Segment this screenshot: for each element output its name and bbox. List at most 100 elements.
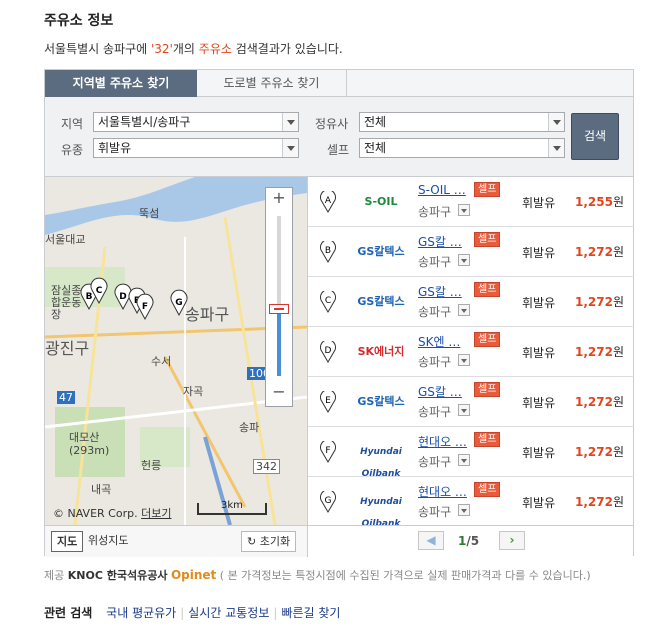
fuel-type: 휘발유 [522,346,556,360]
price-unit: 원 [612,395,624,409]
fuel-select[interactable]: 휘발유 [93,138,299,158]
station-name-link[interactable]: 현대오 … [418,483,467,500]
station-name-link[interactable]: GS칼 … [418,233,462,250]
map-pin-icon: A [320,191,336,213]
station-row[interactable]: C GS칼텍스 GS칼 … 셀프 송파구 휘발유 1,272원 [308,277,634,327]
chevron-down-icon [548,113,564,131]
station-district: 송파구 [418,305,452,319]
price-unit: 원 [612,345,624,359]
zoom-handle[interactable] [269,304,289,314]
station-row[interactable]: B GS칼텍스 GS칼 … 셀프 송파구 휘발유 1,272원 [308,227,634,277]
divider: | [273,606,278,620]
zoom-in-icon[interactable]: + [266,188,292,210]
price-value: 1,255 [574,195,613,209]
search-form: 지역 서울특별시/송파구 정유사 전체 유종 휘발유 셀프 전체 검색 [45,97,633,177]
reset-button[interactable]: ↻ 초기화 [241,531,297,552]
expand-dropdown-icon[interactable] [458,304,470,316]
svg-text:A: A [325,196,332,206]
station-row[interactable]: D SK에너지 SK엔 … 셀프 송파구 휘발유 1,272원 [308,327,634,377]
svg-text:F: F [325,446,330,456]
station-name-link[interactable]: S-OIL … [418,183,466,197]
tab-road-search[interactable]: 도로별 주유소 찾기 [197,70,347,97]
self-service-badge: 셀프 [474,332,501,347]
zoom-control: + − [265,187,293,407]
arrow-left-icon: ◀ [426,533,436,547]
more-link[interactable]: 더보기 [141,507,171,520]
station-name-link[interactable]: SK엔 … [418,333,460,350]
station-row[interactable]: G Hyundai Oilbank 현대오 … 셀프 송파구 휘발유 1,272… [308,477,634,529]
map-view[interactable]: 뚝섬 서울대교 잠실종합운동장 송파구 광진구 수서 자곡 송파 대모산(293… [45,177,307,525]
self-service-badge: 셀프 [474,432,501,447]
station-name-link[interactable]: 현대오 … [418,433,467,450]
map-scale: 3km [197,500,267,515]
svg-text:B: B [86,292,93,302]
related-searches: 관련 검색 국내 평균유가 | 실시간 교통정보 | 빠른길 찾기 [44,604,340,621]
pagination: ◀ 1/5 › [307,525,633,557]
expand-dropdown-icon[interactable] [458,204,470,216]
region-select[interactable]: 서울특별시/송파구 [93,112,299,132]
related-link-traffic[interactable]: 실시간 교통정보 [188,606,269,620]
zoom-out-icon[interactable]: − [266,382,292,404]
svg-text:C: C [325,296,331,306]
price: 1,272원 [575,243,624,260]
price-value: 1,272 [574,345,613,359]
brand-select[interactable]: 전체 [359,112,565,132]
related-link-avg-price[interactable]: 국내 평균유가 [106,606,176,620]
gs-caltex-logo-icon: GS칼텍스 [357,295,405,308]
expand-dropdown-icon[interactable] [458,354,470,366]
total-pages: /5 [466,534,480,548]
tab-bar: 지역별 주유소 찾기 도로별 주유소 찾기 [45,70,633,97]
svg-text:G: G [325,496,332,506]
expand-dropdown-icon[interactable] [458,454,470,466]
station-row[interactable]: A S-OIL S-OIL … 셀프 송파구 휘발유 1,255원 [308,177,634,227]
result-count: '32' [151,42,173,56]
price-value: 1,272 [574,245,613,259]
self-select[interactable]: 전체 [359,138,565,158]
station-district: 송파구 [418,505,452,519]
map-pin-icon: F [320,441,336,463]
hyundai-oilbank-logo-icon: Hyundai Oilbank [360,447,402,479]
soil-logo-icon: S-OIL [364,195,398,208]
station-finder-panel: 지역별 주유소 찾기 도로별 주유소 찾기 지역 서울특별시/송파구 정유사 전… [44,69,634,557]
fuel-select-value: 휘발유 [98,141,132,155]
station-row[interactable]: F Hyundai Oilbank 현대오 … 셀프 송파구 휘발유 1,272… [308,427,634,479]
svg-text:B: B [325,246,331,256]
next-page-button[interactable]: › [499,531,525,550]
map-pin-icon: G [320,491,336,513]
price-value: 1,272 [574,395,613,409]
data-provider: 제공 KNOC 한국석유공사 Opinet ( 본 가격정보는 특정시점에 수집… [44,567,591,583]
self-select-value: 전체 [364,141,387,155]
map-type-button[interactable]: 지도 [51,531,84,552]
satellite-type-button[interactable]: 위성지도 [83,531,133,552]
station-district: 송파구 [418,205,452,219]
prev-page-button[interactable]: ◀ [418,531,444,550]
price-unit: 원 [612,495,624,509]
expand-dropdown-icon[interactable] [458,254,470,266]
map-copyright: © NAVER Corp. 더보기 [53,505,171,521]
svg-text:D: D [325,346,332,356]
expand-dropdown-icon[interactable] [458,404,470,416]
self-service-badge: 셀프 [474,482,501,497]
map-pin-icon: C [320,291,336,313]
map-marker-g: G [170,289,188,317]
provider-note: ( 본 가격정보는 특정시점에 수집된 가격으로 실제 판매가격과 다를 수 있… [219,569,591,582]
search-button[interactable]: 검색 [571,113,619,160]
chevron-right-icon: › [509,533,515,547]
svg-text:F: F [142,302,148,312]
summary-keyword: 주유소 [198,42,232,56]
station-row[interactable]: E GS칼텍스 GS칼 … 셀프 송파구 휘발유 1,272원 [308,377,634,427]
map-toolbar: 지도 위성지도 ↻ 초기화 [45,525,307,557]
tab-region-search[interactable]: 지역별 주유소 찾기 [45,70,197,97]
station-name-link[interactable]: GS칼 … [418,383,462,400]
related-link-fast-route[interactable]: 빠른길 찾기 [281,606,340,620]
fuel-type: 휘발유 [522,246,556,260]
page-indicator: 1/5 [458,534,479,548]
svg-text:C: C [96,286,103,296]
brand-label: 정유사 [315,117,349,131]
expand-dropdown-icon[interactable] [458,504,470,516]
price-value: 1,272 [574,445,613,459]
station-name-link[interactable]: GS칼 … [418,283,462,300]
chevron-down-icon [548,139,564,157]
self-service-badge: 셀프 [474,182,501,197]
svg-text:G: G [175,298,182,308]
